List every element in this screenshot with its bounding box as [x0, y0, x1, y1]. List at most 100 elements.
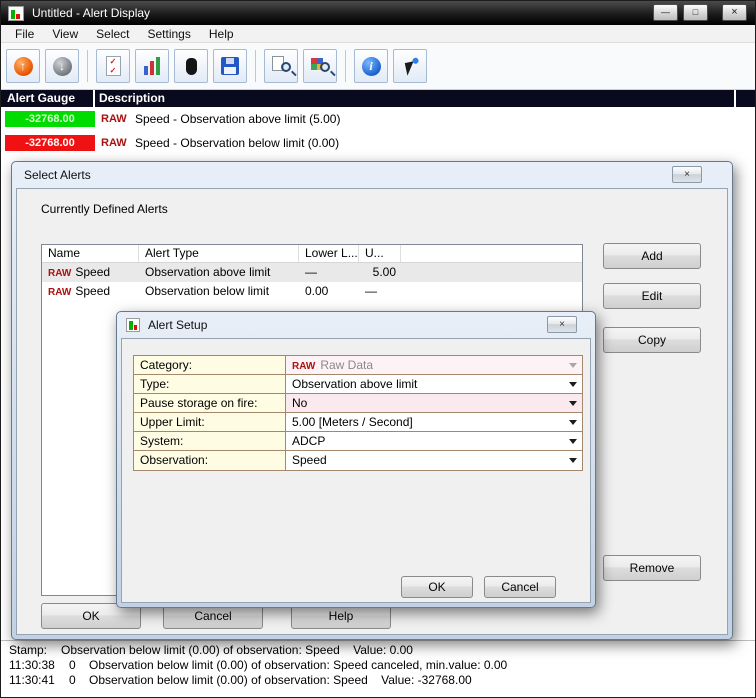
raw-category-tag: RAW: [101, 113, 127, 125]
chevron-down-icon: [569, 401, 577, 406]
close-icon[interactable]: ×: [547, 316, 577, 333]
raw-category-tag: RAW: [101, 137, 127, 149]
log-message: Observation below limit (0.00) of observ…: [61, 643, 413, 658]
field-label: Observation:: [134, 451, 286, 470]
close-icon[interactable]: ×: [672, 166, 702, 183]
gauge-table-header: Alert Gauge Description: [1, 90, 755, 107]
type-dropdown[interactable]: Observation above limit: [286, 375, 582, 393]
raw-category-tag: RAW: [48, 268, 71, 279]
raise-alert-button[interactable]: ↑: [6, 49, 40, 83]
mouse-icon: [186, 58, 197, 75]
cell-alert-type: Observation above limit: [139, 263, 299, 282]
pause-storage-dropdown[interactable]: No: [286, 394, 582, 412]
alert-list-button[interactable]: ✓✓: [96, 49, 130, 83]
alert-setup-form: Category: RAWRaw Data Type: Observation …: [133, 355, 583, 471]
context-help-button[interactable]: [393, 49, 427, 83]
cell-upper-limit: 5.00: [359, 263, 401, 282]
status-log: Stamp: Observation below limit (0.00) of…: [1, 640, 755, 697]
category-value: Raw Data: [320, 358, 373, 372]
info-button[interactable]: i: [354, 49, 388, 83]
menu-item-settings[interactable]: Settings: [139, 26, 200, 42]
alerts-table-header: Name Alert Type Lower L... U...: [42, 245, 582, 263]
window-title: Untitled - Alert Display: [32, 6, 150, 20]
observation-dropdown[interactable]: Speed: [286, 451, 582, 470]
alert-list-row[interactable]: RAWSpeed Observation above limit — 5.00: [42, 263, 582, 282]
menu-item-file[interactable]: File: [6, 26, 43, 42]
column-resize-divider[interactable]: [93, 90, 95, 107]
dialog-title: Alert Setup: [148, 318, 207, 332]
menu-bar: File View Select Settings Help: [1, 25, 755, 43]
chevron-down-icon: [569, 458, 577, 463]
window-controls: — □ ×: [653, 4, 747, 21]
up-arrow-icon: ↑: [14, 57, 33, 76]
menu-item-view[interactable]: View: [43, 26, 87, 42]
cell-upper-limit: —: [359, 282, 401, 301]
check-marks: ✓✓: [108, 57, 118, 75]
close-button[interactable]: ×: [722, 4, 747, 21]
cancel-button[interactable]: Cancel: [484, 576, 556, 598]
alert-setup-titlebar[interactable]: Alert Setup ×: [121, 312, 591, 338]
remove-button[interactable]: Remove: [603, 555, 701, 581]
system-dropdown[interactable]: ADCP: [286, 432, 582, 450]
alert-list-row[interactable]: RAWSpeed Observation below limit 0.00 —: [42, 282, 582, 301]
field-label: Type:: [134, 375, 286, 393]
copy-button[interactable]: Copy: [603, 327, 701, 353]
save-button[interactable]: [213, 49, 247, 83]
log-code: 0: [69, 658, 76, 673]
section-label: Currently Defined Alerts: [41, 202, 168, 216]
alert-setup-icon: [126, 318, 140, 332]
print-preview-button[interactable]: [264, 49, 298, 83]
log-line: 11:30:41 0 Observation below limit (0.00…: [1, 673, 755, 688]
mouse-button[interactable]: [174, 49, 208, 83]
col-alert-type[interactable]: Alert Type: [139, 245, 299, 262]
category-dropdown[interactable]: RAW Raw Data: [286, 356, 582, 374]
col-upper-limit[interactable]: U...: [359, 245, 401, 262]
edit-button[interactable]: Edit: [603, 283, 701, 309]
title-bar[interactable]: Untitled - Alert Display — □ ×: [1, 1, 755, 25]
checklist-icon: ✓✓: [106, 56, 121, 76]
field-row-category: Category: RAWRaw Data: [134, 356, 582, 375]
chevron-down-icon: [569, 382, 577, 387]
select-alerts-titlebar[interactable]: Select Alerts ×: [16, 162, 728, 188]
field-label: Upper Limit:: [134, 413, 286, 431]
cell-alert-type: Observation below limit: [139, 282, 299, 301]
app-icon: [8, 6, 24, 21]
alert-gauge-row[interactable]: -32768.00 RAW Speed - Observation below …: [1, 131, 755, 155]
lower-alert-button[interactable]: ↓: [45, 49, 79, 83]
cell-name: RAWSpeed: [42, 263, 139, 282]
col-name[interactable]: Name: [42, 245, 139, 262]
add-button[interactable]: Add: [603, 243, 701, 269]
menu-item-help[interactable]: Help: [200, 26, 243, 42]
print-preview-icon: [271, 56, 292, 76]
raw-category-tag: RAW: [292, 361, 315, 372]
minimize-button[interactable]: —: [653, 4, 678, 21]
gauge-value-badge: -32768.00: [5, 135, 95, 151]
col-lower-limit[interactable]: Lower L...: [299, 245, 359, 262]
maximize-button[interactable]: □: [683, 4, 708, 21]
save-icon: [221, 57, 239, 75]
ok-button[interactable]: OK: [401, 576, 473, 598]
log-partial-label: Stamp:: [9, 643, 47, 658]
alert-name: Speed: [75, 284, 110, 298]
field-row-type: Type: Observation above limit: [134, 375, 582, 394]
zoom-button[interactable]: [303, 49, 337, 83]
alert-setup-body: Category: RAWRaw Data Type: Observation …: [121, 338, 591, 603]
header-description: Description: [99, 91, 165, 105]
system-value: ADCP: [292, 434, 325, 448]
info-icon: i: [362, 57, 381, 76]
log-time: 11:30:38: [9, 658, 55, 673]
chart-button[interactable]: [135, 49, 169, 83]
alert-gauge-row[interactable]: -32768.00 RAW Speed - Observation above …: [1, 107, 755, 131]
field-row-pause-storage: Pause storage on fire: No: [134, 394, 582, 413]
field-row-system: System: ADCP: [134, 432, 582, 451]
menu-item-select[interactable]: Select: [87, 26, 138, 42]
log-line: 11:30:38 0 Observation below limit (0.00…: [1, 658, 755, 673]
pause-storage-value: No: [292, 396, 307, 410]
field-row-upper-limit: Upper Limit: 5.00 [Meters / Second]: [134, 413, 582, 432]
toolbar-separator: [345, 50, 346, 82]
field-label: Pause storage on fire:: [134, 394, 286, 412]
chart-icon: [144, 57, 160, 75]
upper-limit-dropdown[interactable]: 5.00 [Meters / Second]: [286, 413, 582, 431]
alert-display-window: Untitled - Alert Display — □ × File View…: [0, 0, 756, 698]
chevron-down-icon: [569, 439, 577, 444]
